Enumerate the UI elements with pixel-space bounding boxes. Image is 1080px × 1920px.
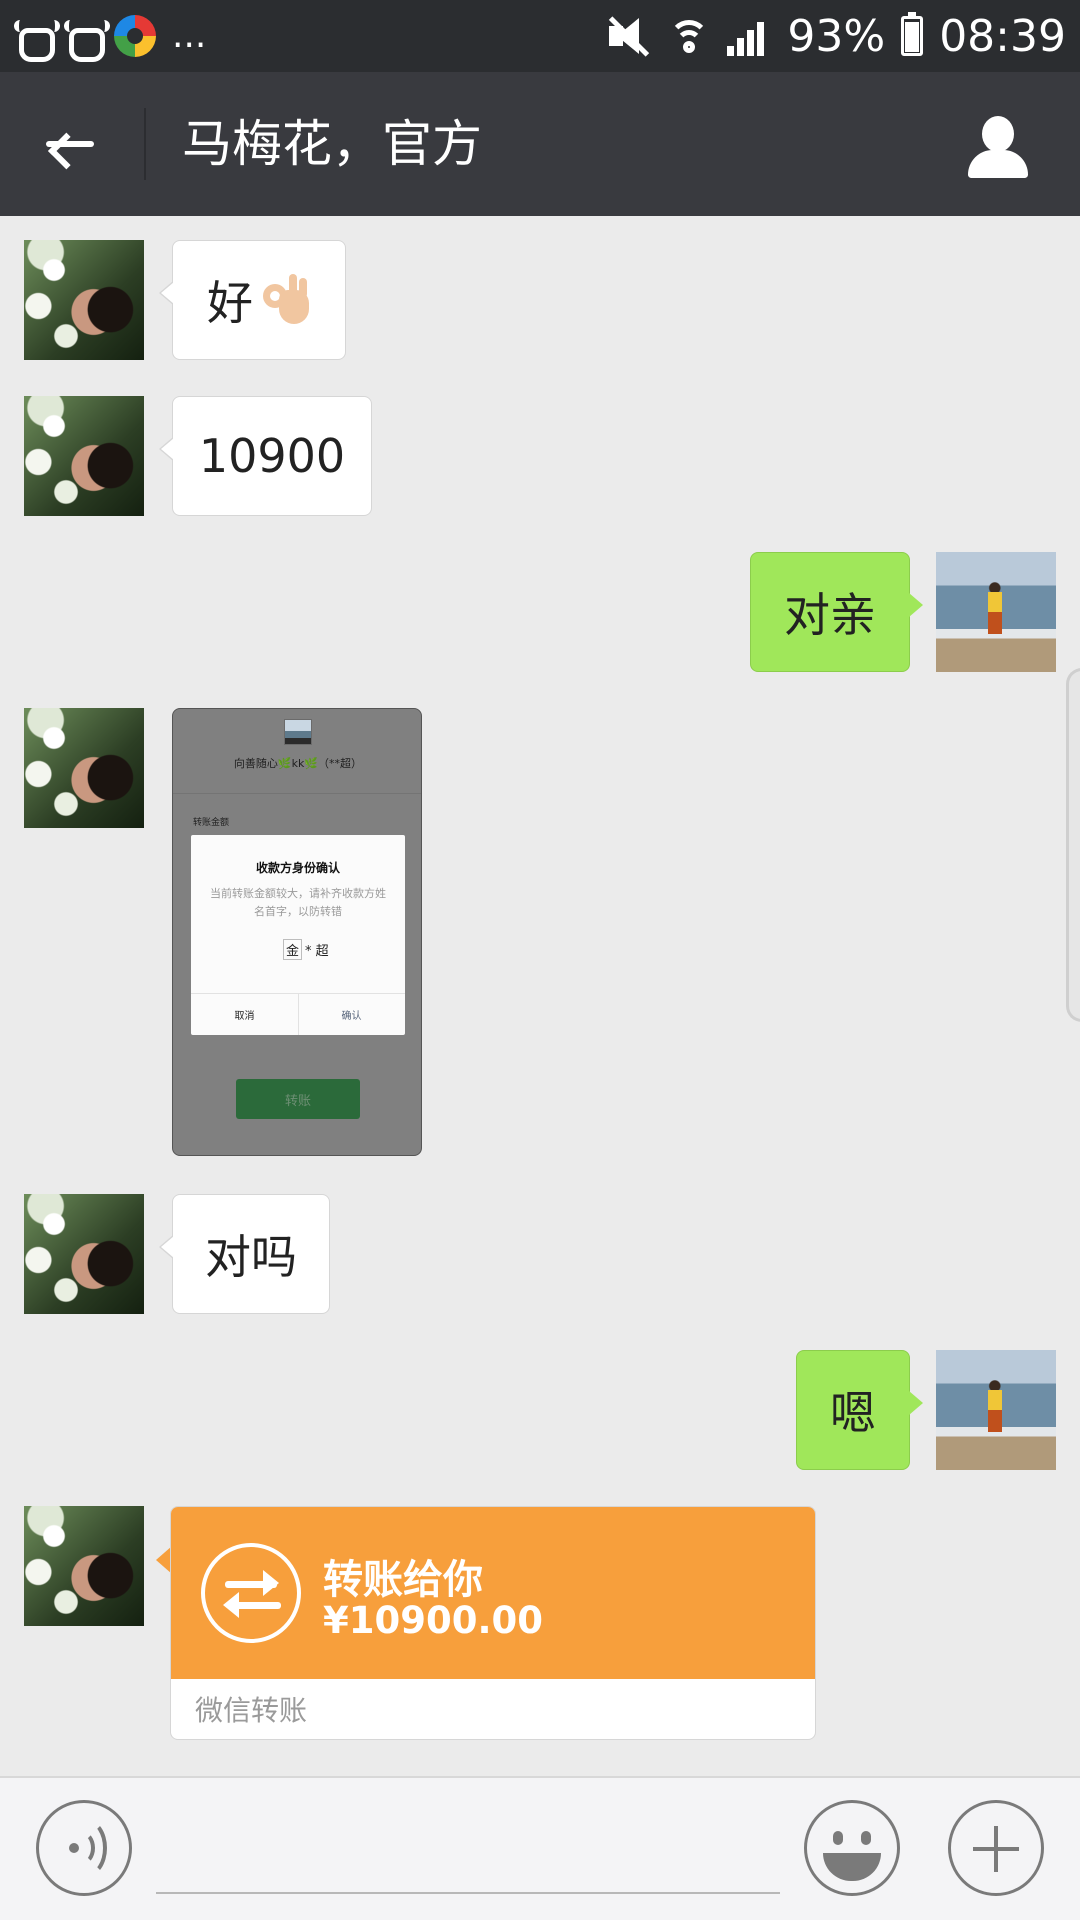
chat-header: 马梅花，官方 [0, 72, 1080, 216]
message-bubble-outgoing[interactable]: 嗯 [796, 1350, 923, 1470]
message-text: 对亲 [784, 588, 876, 642]
pinwheel-app-icon [114, 15, 156, 57]
message-list[interactable]: 好 10900 对亲 向善随心🌿kk🌿（**超） 转账金额 收款方身份确认 当前… [0, 216, 1080, 1776]
battery-icon [901, 12, 924, 56]
dialog-name-field: 金 * 超 [283, 939, 329, 960]
transfer-arrows-icon [201, 1543, 301, 1643]
app-notification-icon [14, 18, 60, 62]
wifi-icon [667, 14, 711, 58]
dialog-name-rest: * 超 [305, 944, 329, 959]
status-indicators: 93% 08:39 [607, 0, 1066, 72]
mute-icon [607, 16, 651, 57]
app-notification-icon [64, 18, 110, 62]
dialog-name-first: 金 [283, 939, 303, 960]
transfer-card[interactable]: 转账给你 ¥10900.00 微信转账 [170, 1506, 816, 1740]
screenshot-dialog: 收款方身份确认 当前转账金额较大，请补齐收款方姓名首字，以防转错 金 * 超 取消… [191, 835, 405, 1035]
my-avatar[interactable] [936, 1350, 1056, 1470]
contact-avatar[interactable] [24, 708, 144, 828]
chat-info-button[interactable] [966, 114, 1030, 178]
screenshot-transfer-button: 转账 [236, 1079, 360, 1119]
status-notifications: ... [14, 12, 207, 62]
message-text: 嗯 [830, 1386, 876, 1440]
clock: 08:39 [939, 10, 1066, 62]
screenshot-recipient-name: 向善随心🌿kk🌿（**超） [233, 757, 363, 770]
chat-title: 马梅花，官方 [182, 115, 482, 173]
message-text: 对吗 [205, 1230, 297, 1284]
contact-avatar[interactable] [24, 396, 144, 516]
screenshot-amount-label: 转账金额 [193, 818, 230, 828]
transfer-amount: ¥10900.00 [323, 1599, 544, 1642]
dialog-title: 收款方身份确认 [255, 861, 340, 875]
image-message[interactable]: 向善随心🌿kk🌿（**超） 转账金额 收款方身份确认 当前转账金额较大，请补齐收… [172, 708, 422, 1156]
dialog-text: 当前转账金额较大，请补齐收款方姓名首字，以防转错 [210, 887, 386, 918]
message-text: 10900 [198, 429, 346, 483]
smiley-icon [833, 1831, 843, 1845]
edge-panel-handle[interactable] [1066, 668, 1080, 1022]
ok-hand-emoji-icon [259, 274, 311, 326]
input-bar [0, 1776, 1080, 1920]
voice-input-button[interactable] [36, 1800, 132, 1896]
contact-avatar[interactable] [24, 1506, 144, 1626]
header-divider [144, 108, 146, 180]
screenshot-avatar [284, 719, 312, 745]
dialog-cancel: 取消 [234, 1011, 255, 1022]
transfer-source-label: 微信转账 [195, 1694, 308, 1727]
person-icon [982, 116, 1014, 152]
emoji-button[interactable] [804, 1800, 900, 1896]
status-bar: ... 93% 08:39 [0, 0, 1080, 72]
contact-avatar[interactable] [24, 240, 144, 360]
back-button[interactable] [40, 116, 100, 172]
my-avatar[interactable] [936, 552, 1056, 672]
dialog-confirm: 确认 [341, 1011, 362, 1022]
contact-avatar[interactable] [24, 1194, 144, 1314]
message-input[interactable] [156, 1802, 780, 1894]
more-options-button[interactable] [948, 1800, 1044, 1896]
message-text: 好 [207, 276, 253, 330]
message-bubble-incoming[interactable]: 对吗 [159, 1194, 330, 1314]
message-bubble-incoming[interactable]: 10900 [159, 396, 372, 516]
message-bubble-outgoing[interactable]: 对亲 [750, 552, 923, 672]
message-bubble-incoming[interactable]: 好 [159, 240, 346, 360]
battery-percent: 93% [787, 10, 886, 62]
signal-icon [727, 16, 771, 56]
transfer-title: 转账给你 [323, 1557, 483, 1603]
more-notifications-indicator: ... [172, 15, 207, 56]
